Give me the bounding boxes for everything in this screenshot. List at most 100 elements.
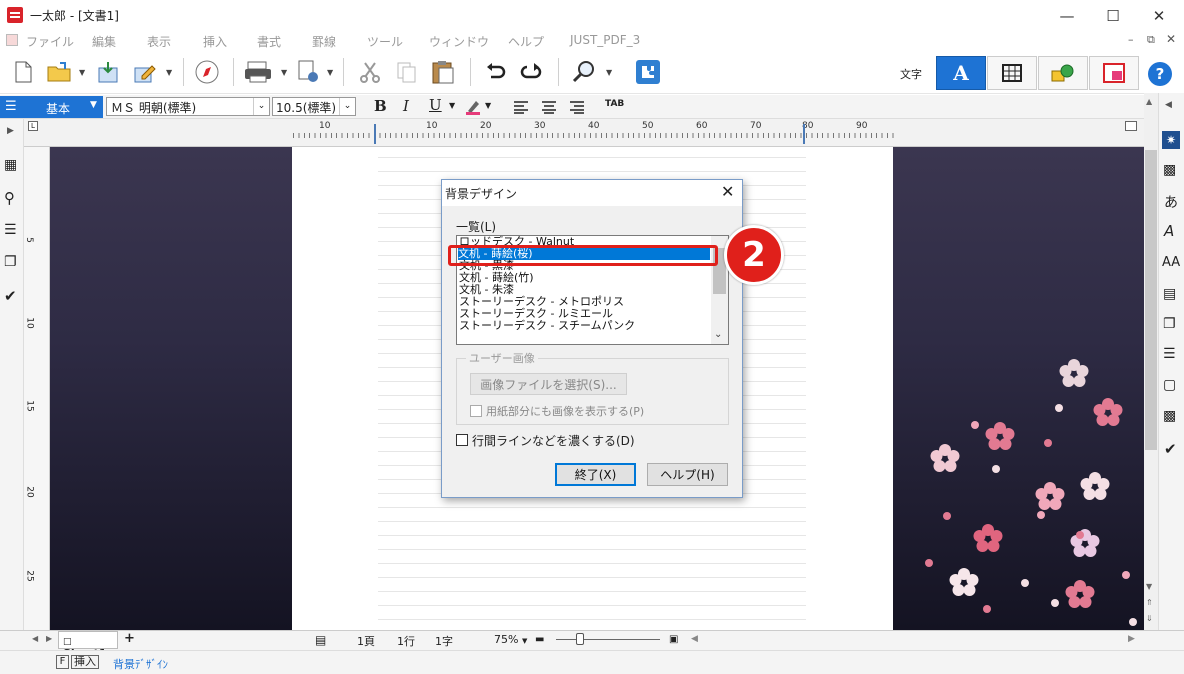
new-document-icon[interactable]	[9, 58, 37, 86]
select-image-file-button[interactable]: 画像ファイルを選択(S)...	[470, 373, 627, 395]
find-icon[interactable]	[570, 58, 598, 86]
show-image-checkbox[interactable]	[470, 405, 482, 417]
layout-blocks-icon[interactable]: ▩	[1163, 408, 1176, 424]
right-indent-marker[interactable]	[803, 124, 811, 144]
add-sheet-button[interactable]: +	[124, 631, 135, 646]
help-icon[interactable]: ?	[1148, 62, 1172, 86]
vertical-ruler[interactable]	[24, 147, 50, 630]
darken-lines-checkbox[interactable]	[456, 434, 468, 446]
page-view-icon[interactable]: ▤	[315, 633, 326, 647]
print-dropdown-icon[interactable]: ▼	[281, 68, 287, 77]
sheet-prev-icon[interactable]: ◀	[32, 634, 38, 643]
underline-icon[interactable]: U	[429, 96, 442, 114]
save-icon[interactable]	[94, 58, 122, 86]
dialog-close-icon[interactable]: ✕	[721, 182, 734, 201]
menu-view[interactable]: 表示	[147, 33, 171, 50]
text-color-icon[interactable]	[464, 97, 482, 119]
tab-icon[interactable]: TAB	[605, 99, 624, 109]
collapse-arrow-icon[interactable]: ◀	[1165, 100, 1172, 110]
paste-icon[interactable]	[429, 58, 457, 86]
prev-page-icon[interactable]: ⇑	[1146, 598, 1153, 607]
mdi-minimize-icon[interactable]: –	[1128, 33, 1134, 46]
scroll-down-icon[interactable]: ▼	[1146, 582, 1152, 591]
bold-icon[interactable]: B	[374, 97, 387, 115]
font-name-select[interactable]: ＭＳ 明朝(標準)	[106, 97, 270, 116]
sheet-next-icon[interactable]: ▶	[46, 634, 52, 643]
print-icon[interactable]	[244, 58, 272, 86]
navigate-compass-icon[interactable]	[193, 58, 221, 86]
scroll-up-icon[interactable]: ▲	[1146, 97, 1152, 106]
text-color-dropdown-icon[interactable]: ▼	[485, 101, 491, 110]
zoom-slider-track[interactable]	[556, 639, 660, 640]
font-size-icon[interactable]: AA	[1162, 255, 1180, 270]
scroll-thumb[interactable]	[1145, 150, 1157, 450]
left-indent-marker[interactable]	[374, 124, 382, 144]
page-setup-icon[interactable]	[294, 58, 322, 86]
zoom-out-icon[interactable]: ▬	[535, 634, 544, 645]
align-left-icon[interactable]	[513, 99, 529, 118]
next-page-icon[interactable]: ⇓	[1146, 614, 1153, 623]
page-setup-dropdown-icon[interactable]: ▼	[327, 68, 333, 77]
clipboard-icon[interactable]: ❐	[4, 254, 17, 270]
menu-ruled-lines[interactable]: 罫線	[312, 33, 336, 50]
cut-icon[interactable]	[356, 58, 384, 86]
edit-properties-icon[interactable]	[131, 58, 159, 86]
menu-file[interactable]: ファイル	[26, 33, 74, 50]
font-style-icon[interactable]: A	[1164, 222, 1174, 240]
slideshow-icon[interactable]: ▢	[1163, 377, 1176, 393]
menu-edit[interactable]: 編集	[92, 33, 116, 50]
menu-window[interactable]: ウィンドウ	[429, 33, 489, 50]
copy-icon[interactable]	[392, 58, 420, 86]
open-folder-icon[interactable]	[45, 58, 73, 86]
zoom-slider-thumb[interactable]	[576, 633, 584, 645]
text-mode-button[interactable]: A	[936, 56, 986, 90]
thumbnail-grid-icon[interactable]: ▦	[4, 157, 17, 173]
layout-mode-button[interactable]	[1089, 56, 1139, 90]
check-icon[interactable]: ✔	[4, 287, 17, 305]
menu-format[interactable]: 書式	[257, 33, 281, 50]
app-icon[interactable]	[7, 7, 23, 23]
find-dropdown-icon[interactable]: ▼	[606, 68, 612, 77]
list-item[interactable]: ストーリーデスク - スチームパンク	[459, 320, 635, 332]
underline-dropdown-icon[interactable]: ▼	[449, 101, 455, 110]
open-dropdown-icon[interactable]: ▼	[79, 68, 85, 77]
addin-puzzle-icon[interactable]	[634, 58, 662, 86]
expand-arrow-icon[interactable]: ▶	[7, 126, 14, 136]
shape-mode-button[interactable]	[1038, 56, 1088, 90]
font-dropdown-icon[interactable]: ⌄	[253, 98, 269, 115]
redo-icon[interactable]	[518, 58, 546, 86]
properties-dropdown-icon[interactable]: ▼	[166, 68, 172, 77]
table-mode-button[interactable]	[987, 56, 1037, 90]
help-button[interactable]: ヘルプ(H)	[647, 463, 728, 486]
outline-list-icon[interactable]: ☰	[4, 222, 17, 238]
menu-insert[interactable]: 挿入	[203, 33, 227, 50]
list-scroll-down-icon[interactable]: ⌄	[714, 329, 722, 340]
ruler-corner-icon[interactable]: L	[28, 121, 38, 131]
close-window-button[interactable]: ✕	[1136, 0, 1182, 31]
align-center-icon[interactable]	[541, 99, 557, 118]
close-button[interactable]: 終了(X)	[555, 463, 636, 486]
zoom-in-icon[interactable]: ▣	[669, 634, 678, 645]
paragraph-icon[interactable]: ☰	[1163, 346, 1176, 362]
size-dropdown-icon[interactable]: ⌄	[339, 98, 355, 115]
search-icon[interactable]: ⚲	[4, 189, 15, 207]
menu-tools[interactable]: ツール	[367, 33, 403, 50]
palette-icon[interactable]: ✷	[1162, 131, 1180, 149]
sheet-tab[interactable]: □ Sheet1	[58, 631, 118, 660]
hiragana-icon[interactable]: あ	[1164, 192, 1178, 212]
hscroll-right-icon[interactable]: ▶	[1128, 634, 1135, 644]
mdi-close-icon[interactable]: ✕	[1166, 32, 1176, 46]
hscroll-left-icon[interactable]: ◀	[691, 634, 698, 644]
menu-just-pdf[interactable]: JUST_PDF_3	[570, 33, 640, 47]
check-icon[interactable]: ✔	[1164, 440, 1177, 458]
dictionary-icon[interactable]: ▩	[1163, 162, 1176, 178]
menu-help[interactable]: ヘルプ	[508, 33, 544, 50]
ruler-end-icon[interactable]	[1125, 121, 1137, 131]
copy-pages-icon[interactable]: ❐	[1163, 316, 1176, 332]
insert-mode-indicator[interactable]: 挿入	[71, 655, 99, 669]
mdi-restore-icon[interactable]: ⧉	[1147, 33, 1155, 47]
zoom-level[interactable]: 75% ▼	[494, 633, 527, 646]
align-right-icon[interactable]	[569, 99, 585, 118]
maximize-button[interactable]: ☐	[1090, 0, 1136, 31]
undo-icon[interactable]	[481, 58, 509, 86]
